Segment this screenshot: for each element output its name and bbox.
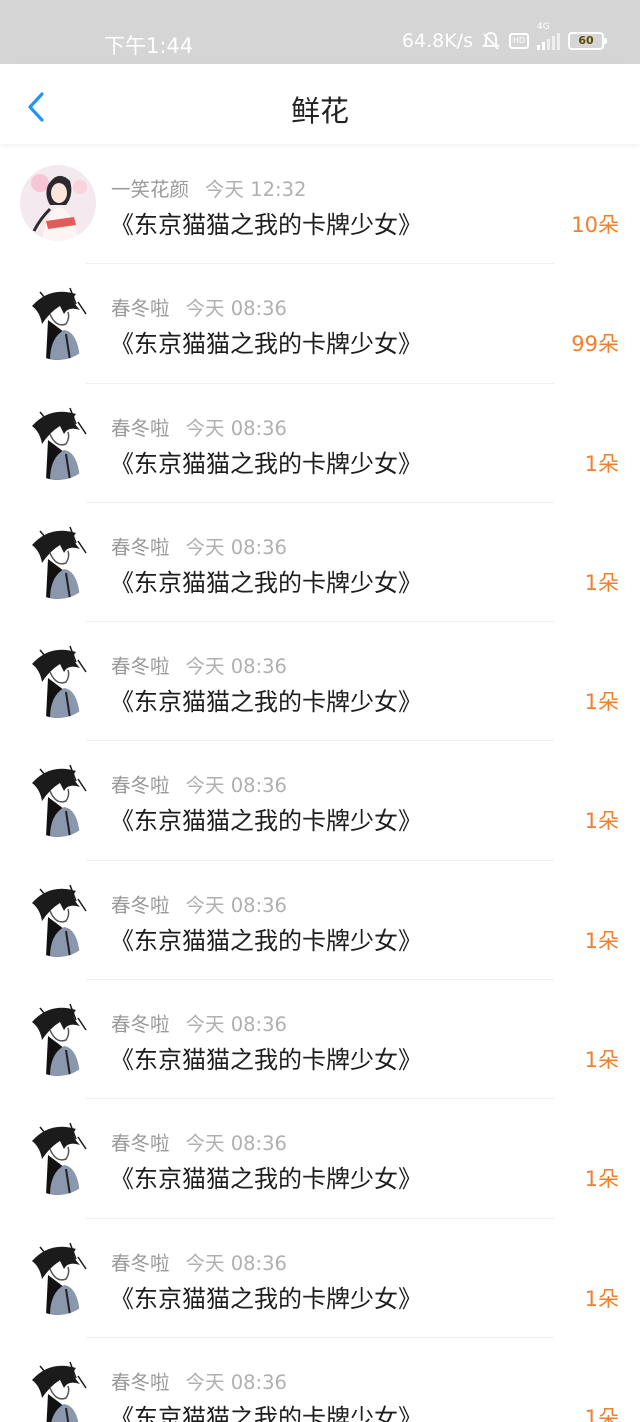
mute-bell-icon: [481, 31, 501, 51]
send-time: 今天 08:36: [185, 893, 287, 917]
list-item[interactable]: 春冬啦 今天 08:36 《东京猫猫之我的卡牌少女》 1朵: [0, 741, 640, 861]
user-avatar[interactable]: [20, 403, 96, 480]
book-title: 《东京猫猫之我的卡牌少女》: [110, 330, 422, 359]
send-time: 今天 08:36: [185, 1370, 287, 1394]
send-time: 今天 08:36: [185, 655, 287, 679]
book-title: 《东京猫猫之我的卡牌少女》: [110, 1046, 422, 1075]
user-avatar[interactable]: [20, 1000, 96, 1077]
flower-count: 1朵: [584, 1167, 619, 1192]
sender-name: 春冬啦: [111, 535, 170, 559]
sender-name: 春冬啦: [111, 416, 170, 440]
list-item[interactable]: 春冬啦 今天 08:36 《东京猫猫之我的卡牌少女》 1朵: [0, 503, 640, 623]
book-title: 《东京猫猫之我的卡牌少女》: [110, 211, 422, 239]
list-item[interactable]: 春冬啦 今天 08:36 《东京猫猫之我的卡牌少女》 1朵: [0, 1219, 640, 1338]
sender-line: 春冬啦 今天 08:36: [111, 531, 287, 560]
sender-name: 春冬啦: [111, 297, 170, 321]
sender-name: 春冬啦: [111, 774, 170, 798]
flower-count: 1朵: [584, 570, 619, 595]
flower-count: 1朵: [584, 1048, 619, 1073]
list-item[interactable]: 春冬啦 今天 08:36 《东京猫猫之我的卡牌少女》 1朵: [0, 1338, 640, 1422]
user-avatar[interactable]: [20, 761, 96, 838]
list-item[interactable]: 春冬啦 今天 08:36 《东京猫猫之我的卡牌少女》 1朵: [0, 384, 640, 503]
user-avatar[interactable]: [20, 284, 96, 361]
user-avatar[interactable]: [20, 165, 96, 241]
flower-count: 1朵: [584, 809, 619, 834]
flower-count: 1朵: [584, 1405, 619, 1422]
list-item[interactable]: 一笑花颜 今天 12:32 《东京猫猫之我的卡牌少女》 10朵: [0, 145, 640, 265]
flower-count: 10朵: [571, 213, 619, 237]
list-item[interactable]: 春冬啦 今天 08:36 《东京猫猫之我的卡牌少女》 1朵: [0, 861, 640, 981]
send-time: 今天 08:36: [185, 1251, 287, 1275]
flower-count: 1朵: [584, 451, 619, 476]
status-icons: 64.8K/s HD 4G 60: [401, 22, 607, 52]
sender-line: 春冬啦 今天 08:36: [111, 412, 287, 441]
user-avatar[interactable]: [20, 1238, 96, 1315]
send-time: 今天 08:36: [185, 774, 287, 798]
sender-line: 春冬啦 今天 08:36: [111, 1127, 287, 1156]
sender-line: 春冬啦 今天 08:36: [111, 650, 287, 679]
book-title: 《东京猫猫之我的卡牌少女》: [110, 449, 422, 478]
sender-line: 春冬啦 今天 08:36: [111, 1366, 287, 1395]
book-title: 《东京猫猫之我的卡牌少女》: [110, 926, 422, 955]
send-time: 今天 08:36: [185, 1013, 287, 1037]
user-avatar[interactable]: [20, 1119, 96, 1196]
header: 鲜花: [0, 64, 640, 144]
flower-count: 99朵: [571, 332, 619, 357]
book-title: 《东京猫猫之我的卡牌少女》: [110, 568, 422, 597]
list-item[interactable]: 春冬啦 今天 08:36 《东京猫猫之我的卡牌少女》 1朵: [0, 980, 640, 1100]
user-avatar[interactable]: [20, 642, 96, 719]
sender-line: 春冬啦 今天 08:36: [111, 889, 287, 918]
sender-name: 春冬啦: [111, 1251, 170, 1275]
signal-icon: 4G: [537, 22, 560, 50]
sender-name: 春冬啦: [111, 655, 170, 679]
sender-name: 一笑花颜: [111, 178, 190, 201]
send-time: 今天 08:36: [185, 416, 287, 440]
book-title: 《东京猫猫之我的卡牌少女》: [110, 1165, 422, 1194]
send-time: 今天 08:36: [185, 1132, 287, 1156]
sender-line: 春冬啦 今天 08:36: [111, 1247, 287, 1276]
sender-line: 春冬啦 今天 08:36: [111, 292, 287, 321]
status-bar: 下午1:44 64.8K/s HD 4G 60: [0, 0, 640, 64]
flower-count: 1朵: [584, 928, 619, 953]
flower-list: 一笑花颜 今天 12:32 《东京猫猫之我的卡牌少女》 10朵 春冬啦 今天 08:…: [0, 145, 640, 1422]
book-title: 《东京猫猫之我的卡牌少女》: [110, 1403, 422, 1422]
sender-name: 春冬啦: [111, 1013, 170, 1037]
flower-count: 1朵: [584, 690, 619, 715]
list-item[interactable]: 春冬啦 今天 08:36 《东京猫猫之我的卡牌少女》 1朵: [0, 622, 640, 742]
book-title: 《东京猫猫之我的卡牌少女》: [110, 688, 422, 717]
sender-line: 一笑花颜 今天 12:32: [111, 173, 306, 202]
battery-level: 60: [578, 34, 594, 47]
status-time: 下午1:44: [104, 34, 194, 58]
user-avatar[interactable]: [20, 1357, 96, 1422]
flower-count: 1朵: [584, 1286, 619, 1311]
send-time: 今天 12:32: [205, 178, 307, 201]
send-time: 今天 08:36: [185, 297, 287, 321]
user-avatar[interactable]: [20, 880, 96, 957]
sender-name: 春冬啦: [111, 1132, 170, 1156]
net-speed: 64.8K/s: [401, 30, 473, 52]
page-title: 鲜花: [290, 94, 349, 128]
book-title: 《东京猫猫之我的卡牌少女》: [110, 807, 422, 836]
send-time: 今天 08:36: [185, 535, 287, 559]
sender-name: 春冬啦: [111, 893, 170, 917]
list-item[interactable]: 春冬啦 今天 08:36 《东京猫猫之我的卡牌少女》 1朵: [0, 1099, 640, 1219]
battery-icon: 60: [568, 32, 607, 50]
list-item[interactable]: 春冬啦 今天 08:36 《东京猫猫之我的卡牌少女》 99朵: [0, 264, 640, 384]
book-title: 《东京猫猫之我的卡牌少女》: [110, 1284, 422, 1313]
signal-type: 4G: [537, 22, 550, 32]
user-avatar[interactable]: [20, 522, 96, 599]
hd-icon: HD: [509, 33, 529, 49]
sender-line: 春冬啦 今天 08:36: [111, 1008, 287, 1037]
sender-name: 春冬啦: [111, 1370, 170, 1394]
sender-line: 春冬啦 今天 08:36: [111, 769, 287, 798]
